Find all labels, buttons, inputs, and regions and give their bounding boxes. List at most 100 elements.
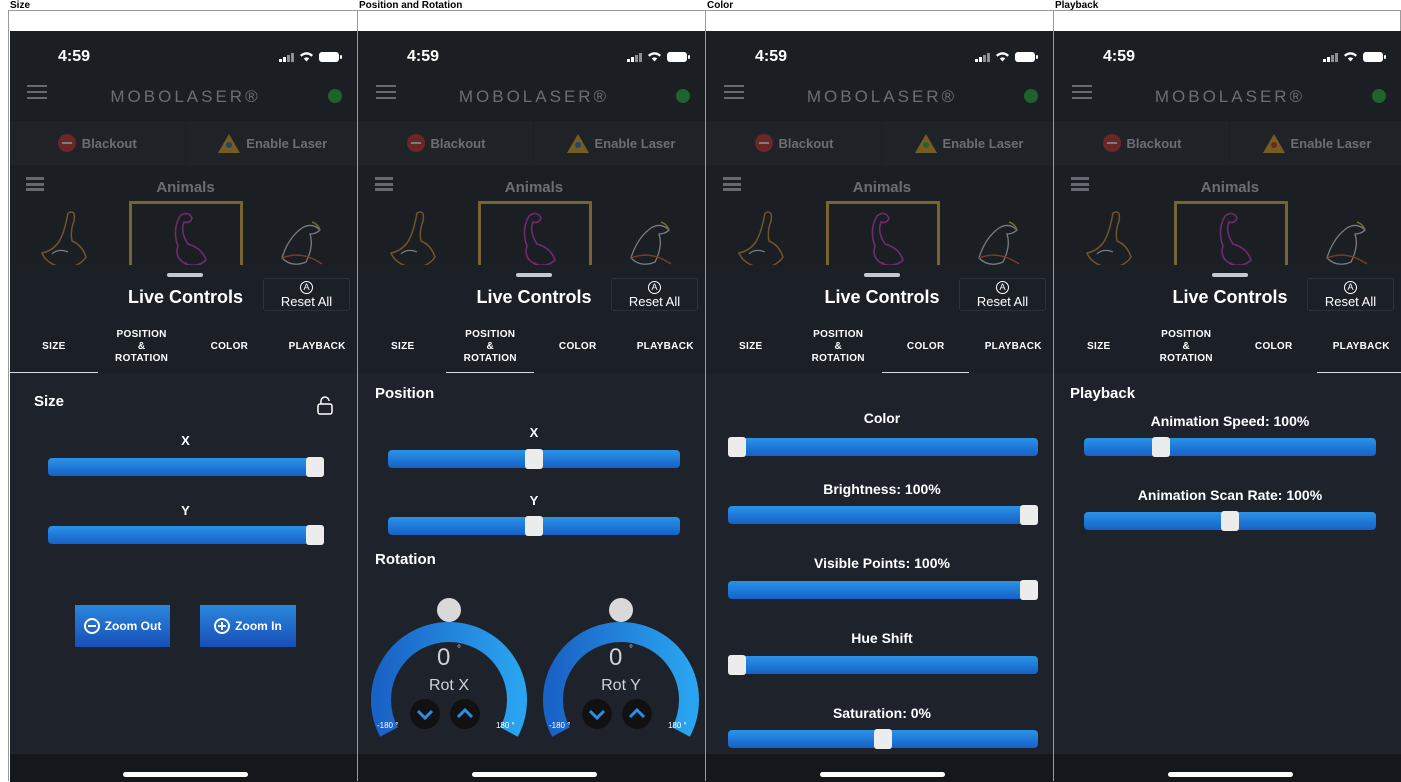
column-size: Size 4:59 MOBOLASER® Blackout Enable Las… [8, 0, 361, 782]
reset-all-button[interactable]: A Reset All [263, 278, 350, 311]
brightness-knob[interactable] [1019, 505, 1038, 525]
category-title: Animals [1200, 179, 1260, 196]
sheet-grabber[interactable] [1211, 273, 1248, 277]
size-y-slider[interactable] [48, 525, 324, 545]
visible-points-slider[interactable] [727, 580, 1038, 600]
tab-size[interactable]: SIZE [10, 320, 98, 373]
rot-y-dial[interactable]: 0 ° Rot Y [541, 594, 701, 754]
tab-playback[interactable]: PLAYBACK [969, 320, 1057, 373]
reset-all-button[interactable]: A Reset All [958, 278, 1046, 311]
enable-laser-button[interactable]: Enable Laser [881, 121, 1057, 165]
tab-color[interactable]: COLOR [1230, 320, 1318, 373]
sheet-grabber[interactable] [167, 273, 203, 277]
enable-laser-label: Enable Laser [594, 135, 676, 151]
tab-position-rotation[interactable]: POSITION & ROTATION [1142, 320, 1230, 373]
position-x-slider[interactable] [387, 449, 680, 469]
tab-position-rotation[interactable]: POSITION & ROTATION [794, 320, 882, 373]
rotation-section-title: Rotation [374, 551, 436, 568]
sheet-grabber[interactable] [863, 273, 900, 277]
rot-x-dial[interactable]: 0 ° Rot X [369, 594, 529, 754]
size-y-knob[interactable] [306, 525, 324, 545]
background-app: MOBOLASER® Blackout Enable Laser Animals [358, 73, 709, 285]
animation-speed-slider[interactable] [1083, 437, 1376, 457]
home-indicator[interactable] [471, 772, 597, 777]
rot-y-decrease-button[interactable] [581, 699, 612, 729]
home-indicator-area [358, 754, 709, 782]
size-x-slider[interactable] [48, 457, 324, 477]
tab-playback[interactable]: PLAYBACK [273, 320, 361, 373]
rot-y-max: 180 ° [667, 721, 687, 730]
blackout-button[interactable]: Blackout [358, 121, 534, 165]
tab-playback[interactable]: PLAYBACK [1317, 320, 1401, 373]
rot-x-increase-button[interactable] [449, 699, 480, 729]
home-indicator[interactable] [1167, 772, 1293, 777]
tab-bar: SIZE POSITION & ROTATION COLOR PLAYBACK [1055, 320, 1401, 373]
battery-icon [1362, 51, 1386, 62]
lock-open-icon[interactable] [317, 395, 333, 415]
tab-size[interactable]: SIZE [359, 320, 447, 373]
home-indicator-area [10, 754, 361, 782]
brightness-slider[interactable] [727, 505, 1038, 525]
sheet-header: Live Controls A Reset All SIZE POSITION &… [10, 265, 361, 373]
phone-screen: 4:59 MOBOLASER® Blackout Enable Laser An… [1054, 31, 1401, 782]
laser-warning-icon [1262, 133, 1285, 153]
zoom-out-button[interactable]: Zoom Out [75, 605, 170, 647]
signal-icon [279, 52, 294, 62]
reset-all-button[interactable]: A Reset All [1306, 278, 1394, 311]
size-x-knob[interactable] [306, 457, 324, 477]
tab-size[interactable]: SIZE [707, 320, 795, 373]
home-indicator[interactable] [123, 772, 248, 777]
tab-color[interactable]: COLOR [186, 320, 274, 373]
blackout-button[interactable]: Blackout [706, 121, 882, 165]
column-playback: Playback 4:59 MOBOLASER® Blackout Enable… [1052, 0, 1401, 782]
rot-x-arc [370, 598, 527, 737]
animation-speed-knob[interactable] [1152, 437, 1171, 457]
status-icons [1322, 51, 1386, 62]
reset-all-button[interactable]: A Reset All [610, 278, 698, 311]
brightness-label: Brightness: 100% [823, 481, 941, 497]
hue-shift-slider[interactable] [727, 655, 1038, 675]
tab-playback[interactable]: PLAYBACK [621, 320, 709, 373]
enable-laser-label: Enable Laser [1290, 135, 1372, 151]
position-x-knob[interactable] [524, 449, 543, 469]
background-app: MOBOLASER® Blackout Enable Laser Animals [10, 73, 361, 285]
reset-all-label: Reset All [976, 294, 1029, 309]
color-slider[interactable] [727, 437, 1038, 457]
visible-points-knob[interactable] [1019, 580, 1038, 600]
tab-position-rotation[interactable]: POSITION & ROTATION [446, 320, 534, 373]
tab-color[interactable]: COLOR [881, 320, 970, 373]
sheet-header: Live Controls A Reset All SIZE POSITION &… [1054, 265, 1401, 373]
rot-y-increase-button[interactable] [621, 699, 652, 729]
animation-scan-rate-knob[interactable] [1220, 511, 1239, 531]
blackout-label: Blackout [1126, 135, 1182, 151]
tab-position-rotation[interactable]: POSITION & ROTATION [98, 320, 186, 373]
enable-laser-label: Enable Laser [942, 135, 1024, 151]
enable-laser-button[interactable]: Enable Laser [533, 121, 709, 165]
enable-laser-button[interactable]: Enable Laser [1229, 121, 1401, 165]
home-indicator[interactable] [819, 772, 945, 777]
animation-scan-rate-slider[interactable] [1083, 511, 1376, 531]
rot-x-decrease-button[interactable] [409, 699, 440, 729]
reset-icon: A [300, 281, 313, 294]
saturation-knob[interactable] [873, 729, 892, 749]
reset-all-label: Reset All [280, 294, 333, 309]
position-y-slider[interactable] [387, 516, 680, 536]
enable-laser-button[interactable]: Enable Laser [185, 121, 361, 165]
column-title: Color [706, 0, 734, 11]
signal-icon [626, 52, 642, 62]
position-y-knob[interactable] [524, 516, 543, 536]
tab-color[interactable]: COLOR [534, 320, 622, 373]
action-bar: Blackout Enable Laser [706, 121, 1057, 165]
blackout-label: Blackout [81, 135, 137, 151]
saturation-slider[interactable] [727, 729, 1038, 749]
sheet-grabber[interactable] [515, 273, 552, 277]
tab-size[interactable]: SIZE [1055, 320, 1143, 373]
color-knob[interactable] [727, 437, 746, 457]
size-panel: Size X Y [10, 373, 361, 782]
size-x-label: X [181, 433, 190, 448]
hue-shift-knob[interactable] [727, 655, 746, 675]
blackout-button[interactable]: Blackout [10, 121, 186, 165]
playback-section-title: Playback [1069, 385, 1136, 402]
blackout-button[interactable]: Blackout [1054, 121, 1230, 165]
zoom-in-button[interactable]: Zoom In [200, 605, 296, 647]
